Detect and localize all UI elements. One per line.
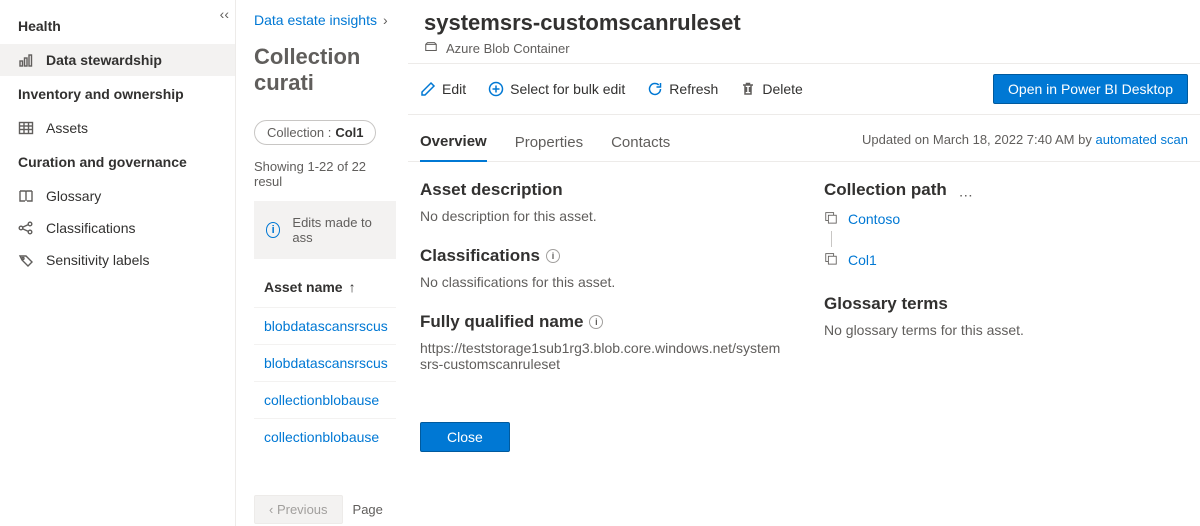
- breadcrumb[interactable]: Data estate insights ›: [254, 8, 396, 32]
- refresh-icon: [647, 81, 663, 97]
- network-icon: [18, 220, 34, 236]
- section-fqn: Fully qualified name i: [420, 312, 784, 332]
- chevron-right-icon: ›: [383, 12, 388, 28]
- banner-text: Edits made to ass: [292, 215, 384, 245]
- collection-path: Contoso Col1: [824, 210, 1188, 268]
- barchart-icon: [18, 52, 34, 68]
- sidebar-item-label: Sensitivity labels: [46, 252, 150, 268]
- section-collection-path: Collection path: [824, 180, 947, 200]
- sidebar-group-inventory: Inventory and ownership: [0, 76, 235, 112]
- sidebar-item-label: Glossary: [46, 188, 101, 204]
- sidebar-item-sensitivity-labels[interactable]: Sensitivity labels: [0, 244, 235, 276]
- section-asset-description: Asset description: [420, 180, 784, 200]
- chip-value: Col1: [335, 125, 363, 140]
- main-content: Data estate insights › Collection curati…: [236, 0, 396, 526]
- container-icon: [424, 40, 438, 57]
- updated-text: Updated on March 18, 2022 7:40 AM by aut…: [862, 132, 1188, 155]
- asset-row[interactable]: collectionblobause: [254, 418, 396, 455]
- updated-actor-link[interactable]: automated scan: [1095, 132, 1188, 147]
- previous-button[interactable]: ‹ Previous: [254, 495, 343, 524]
- sidebar-group-health: Health: [0, 8, 235, 44]
- sidebar-group-curation: Curation and governance: [0, 144, 235, 180]
- column-header-asset-name[interactable]: Asset name ↑: [254, 259, 396, 307]
- results-count: Showing 1-22 of 22 resul: [254, 145, 396, 201]
- info-hint-icon[interactable]: i: [546, 249, 560, 263]
- section-classifications: Classifications i: [420, 246, 784, 266]
- tab-overview[interactable]: Overview: [420, 125, 487, 162]
- path-connector: [831, 231, 832, 247]
- sidebar-item-label: Data stewardship: [46, 52, 162, 68]
- select-bulk-button[interactable]: Select for bulk edit: [488, 81, 625, 97]
- info-icon: i: [266, 222, 280, 238]
- asset-title: systemsrs-customscanruleset: [424, 10, 1184, 36]
- tabs: Overview Properties Contacts Updated on …: [408, 115, 1200, 162]
- grid-icon: [18, 120, 34, 136]
- page-indicator: Page: [353, 502, 383, 517]
- tab-contacts[interactable]: Contacts: [611, 126, 670, 161]
- sidebar-item-label: Assets: [46, 120, 88, 136]
- breadcrumb-link[interactable]: Data estate insights: [254, 12, 377, 28]
- book-icon: [18, 188, 34, 204]
- asset-row[interactable]: collectionblobause: [254, 381, 396, 418]
- delete-button[interactable]: Delete: [740, 81, 802, 97]
- close-button[interactable]: Close: [420, 422, 510, 452]
- fqn-text: https://teststorage1sub1rg3.blob.core.wi…: [420, 340, 784, 372]
- asset-subtype: Azure Blob Container: [446, 41, 570, 56]
- collection-icon: [824, 251, 838, 268]
- tag-icon: [18, 252, 34, 268]
- asset-detail-panel: systemsrs-customscanruleset Azure Blob C…: [408, 0, 1200, 526]
- chip-label: Collection :: [267, 125, 331, 140]
- info-banner: i Edits made to ass: [254, 201, 396, 259]
- sidebar-item-classifications[interactable]: Classifications: [0, 212, 235, 244]
- collection-icon: [824, 210, 838, 227]
- pencil-icon: [420, 81, 436, 97]
- plus-circle-icon: [488, 81, 504, 97]
- filter-chip-collection[interactable]: Collection : Col1: [254, 120, 376, 145]
- collection-path-link[interactable]: Col1: [848, 252, 877, 268]
- toolbar: Edit Select for bulk edit Refresh Delete…: [408, 63, 1200, 115]
- trash-icon: [740, 81, 756, 97]
- refresh-button[interactable]: Refresh: [647, 81, 718, 97]
- sidebar-item-glossary[interactable]: Glossary: [0, 180, 235, 212]
- edit-button[interactable]: Edit: [420, 81, 466, 97]
- collection-path-link[interactable]: Contoso: [848, 211, 900, 227]
- section-glossary: Glossary terms: [824, 294, 1188, 314]
- more-icon[interactable]: ⋯: [947, 187, 975, 204]
- sidebar-collapse-icon[interactable]: ‹‹: [220, 6, 229, 22]
- page-title: Collection curati: [254, 32, 396, 120]
- sidebar: ‹‹ Health Data stewardship Inventory and…: [0, 0, 236, 526]
- asset-row[interactable]: blobdatascansrscus: [254, 344, 396, 381]
- sidebar-item-label: Classifications: [46, 220, 135, 236]
- sort-asc-icon: ↑: [349, 279, 356, 295]
- tab-properties[interactable]: Properties: [515, 126, 583, 161]
- classifications-text: No classifications for this asset.: [420, 274, 784, 290]
- column-header-label: Asset name: [264, 279, 343, 295]
- asset-row[interactable]: blobdatascansrscus: [254, 307, 396, 344]
- asset-description-text: No description for this asset.: [420, 208, 784, 224]
- sidebar-item-assets[interactable]: Assets: [0, 112, 235, 144]
- sidebar-item-data-stewardship[interactable]: Data stewardship: [0, 44, 235, 76]
- info-hint-icon[interactable]: i: [589, 315, 603, 329]
- glossary-text: No glossary terms for this asset.: [824, 322, 1188, 338]
- open-powerbi-button[interactable]: Open in Power BI Desktop: [993, 74, 1188, 104]
